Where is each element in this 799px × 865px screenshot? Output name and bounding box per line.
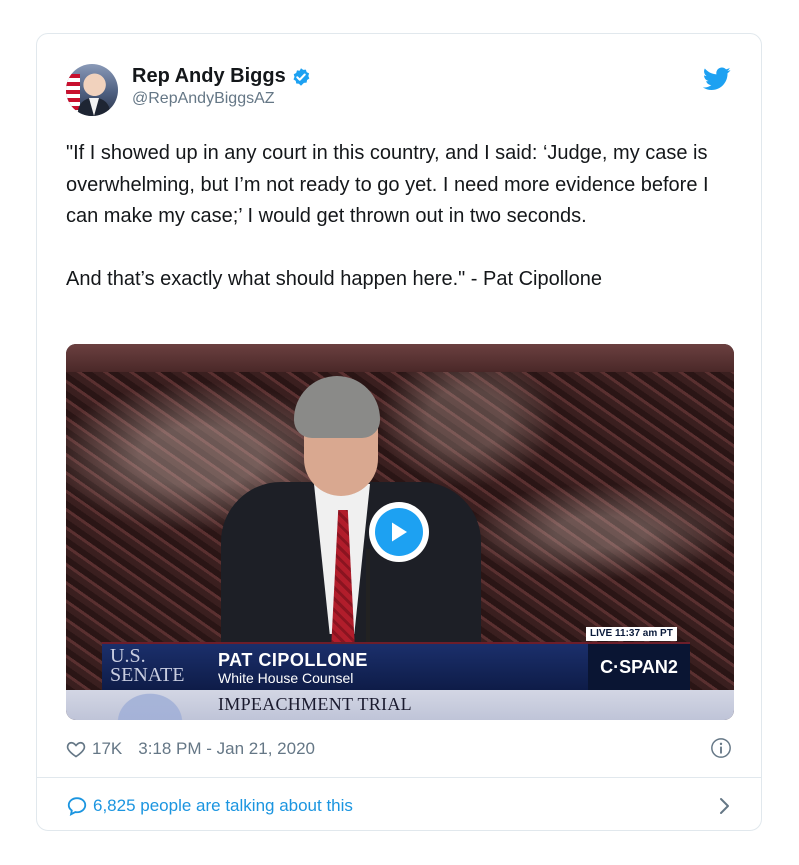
timestamp[interactable]: 3:18 PM - Jan 21, 2020 xyxy=(138,739,315,759)
play-button[interactable] xyxy=(369,502,429,562)
author-name-row: Rep Andy Biggs xyxy=(132,65,311,88)
tweet-meta: 17K 3:18 PM - Jan 21, 2020 xyxy=(66,737,732,761)
tweet-text: "If I showed up in any court in this cou… xyxy=(66,138,736,296)
speaker-hair xyxy=(294,376,380,438)
chyron-title: White House Counsel xyxy=(218,670,354,686)
video-player[interactable]: LIVE 11:37 am PT U.S. SENATE PAT CIPOLLO… xyxy=(66,344,734,720)
conversation-text[interactable]: 6,825 people are talking about this xyxy=(93,796,353,816)
tweet-card: Rep Andy Biggs @RepAndyBiggsAZ "If I sho… xyxy=(36,33,762,831)
twitter-bird-icon[interactable] xyxy=(703,67,731,91)
chyron-name: PAT CIPOLLONE xyxy=(218,650,368,670)
chevron-right-icon[interactable] xyxy=(716,796,732,816)
verified-badge-icon xyxy=(293,67,310,86)
capitol-dome-graphic xyxy=(100,678,200,720)
live-badge: LIVE 11:37 am PT xyxy=(586,627,677,641)
speech-bubble-icon xyxy=(67,797,87,816)
play-icon xyxy=(392,522,407,542)
lower-third-text: IMPEACHMENT TRIAL xyxy=(218,694,412,714)
author-handle[interactable]: @RepAndyBiggsAZ xyxy=(132,90,311,108)
divider xyxy=(37,777,761,778)
tweet-paragraph: "If I showed up in any court in this cou… xyxy=(66,142,709,227)
info-icon[interactable] xyxy=(710,737,732,759)
microphone xyxy=(366,549,370,649)
network-logo: C·SPAN2 xyxy=(588,644,690,690)
avatar[interactable] xyxy=(66,64,118,116)
play-button-circle xyxy=(375,508,423,556)
like-count[interactable]: 17K xyxy=(92,739,122,759)
heart-icon[interactable] xyxy=(66,739,86,759)
marble-desk-top xyxy=(66,344,734,372)
author-block[interactable]: Rep Andy Biggs @RepAndyBiggsAZ xyxy=(132,65,311,108)
conversation-link[interactable]: 6,825 people are talking about this xyxy=(66,794,732,818)
author-name[interactable]: Rep Andy Biggs xyxy=(132,65,286,88)
tweet-paragraph: And that’s exactly what should happen he… xyxy=(66,268,602,290)
